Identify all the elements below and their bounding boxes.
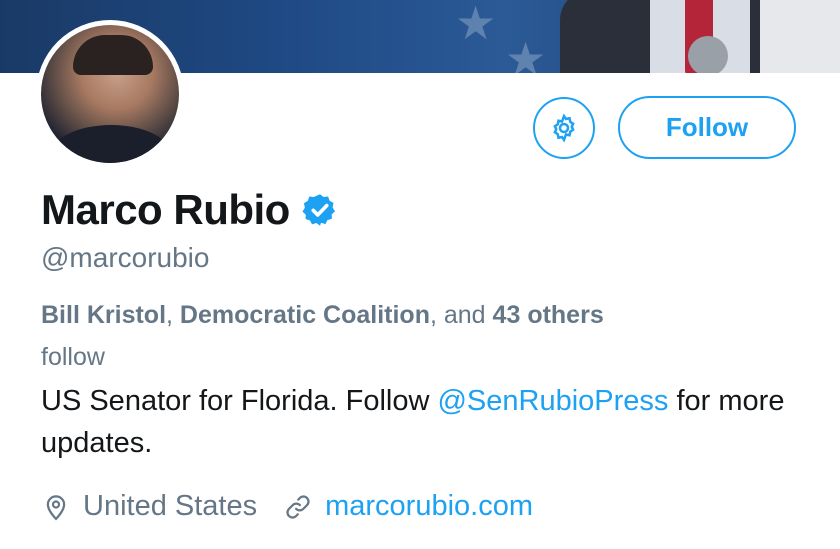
and-text: , and [429,301,493,329]
website-link[interactable]: marcorubio.com [325,490,533,523]
settings-button[interactable] [533,97,595,159]
avatar-photo [41,25,179,163]
avatar-hair [73,35,153,75]
profile-handle: @marcorubio [41,242,210,273]
gear-icon [553,113,575,143]
separator-text: , [166,301,180,329]
bio-text: US Senator for Florida. Follow [41,385,438,417]
followers-you-know[interactable]: Bill Kristol, Democratic Coalition, and … [41,294,641,378]
banner-microphone [688,36,728,73]
profile-bio: US Senator for Florida. Follow @SenRubio… [41,380,821,464]
location-pin-icon [46,494,66,520]
follower-link[interactable]: Democratic Coalition [180,301,430,329]
banner-star: ★ [455,0,497,49]
follower-count[interactable]: 43 [493,301,521,329]
profile-name: Marco Rubio [41,186,290,233]
follower-link[interactable]: Bill Kristol [41,301,166,329]
link-icon [286,494,310,519]
banner-star: ★ [505,33,547,73]
profile-name-row: Marco Rubio [41,186,338,234]
bio-mention-link[interactable]: @SenRubioPress [437,385,668,417]
avatar-suit [51,125,171,163]
avatar[interactable] [36,20,184,168]
verified-badge-icon [302,194,335,226]
others-text[interactable]: others [527,301,603,329]
profile-meta: United States marcorubio.com [41,490,533,523]
banner-background [760,0,840,73]
follow-text: follow [41,343,105,371]
location-text: United States [83,490,258,522]
follow-button[interactable]: Follow [618,96,796,159]
